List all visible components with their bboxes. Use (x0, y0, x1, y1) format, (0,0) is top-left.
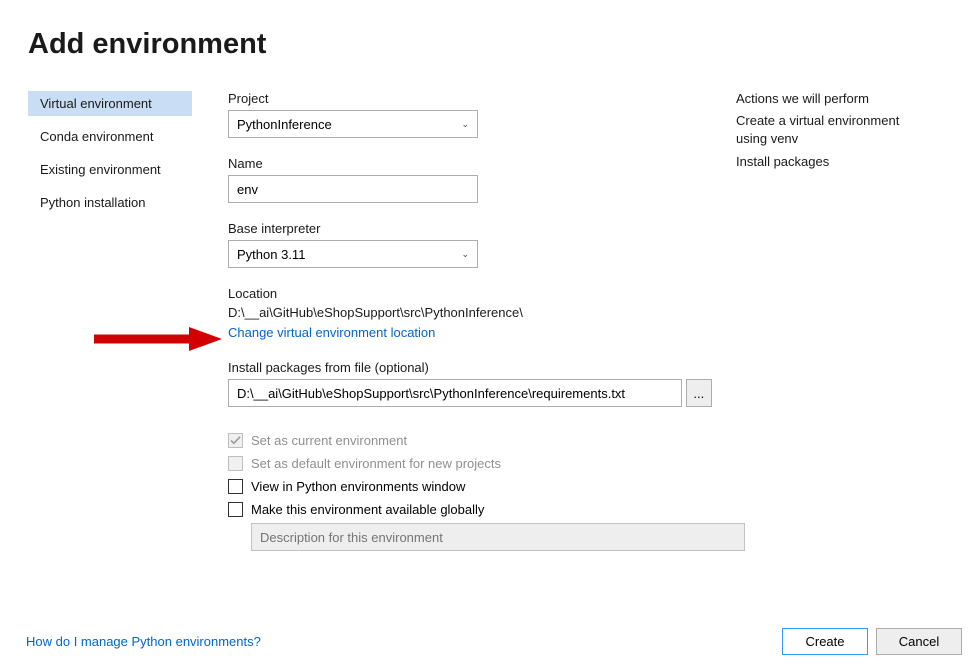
actions-panel: Actions we will perform Create a virtual… (712, 91, 912, 551)
sidebar-item-python-installation[interactable]: Python installation (28, 190, 192, 215)
create-button[interactable]: Create (782, 628, 868, 655)
set-current-row: Set as current environment (228, 433, 712, 448)
install-packages-input[interactable] (228, 379, 682, 407)
base-interpreter-value: Python 3.11 (237, 247, 305, 262)
available-globally-row[interactable]: Make this environment available globally (228, 502, 712, 517)
actions-heading: Actions we will perform (736, 91, 912, 106)
browse-button[interactable]: ... (686, 379, 712, 407)
sidebar-item-existing-environment[interactable]: Existing environment (28, 157, 192, 182)
sidebar-item-virtual-environment[interactable]: Virtual environment (28, 91, 192, 116)
actions-line-1: Create a virtual environment using venv (736, 112, 912, 147)
change-location-link[interactable]: Change virtual environment location (228, 325, 435, 340)
chevron-down-icon: ⌄ (461, 119, 469, 130)
cancel-button[interactable]: Cancel (876, 628, 962, 655)
set-current-label: Set as current environment (251, 433, 407, 448)
base-interpreter-label: Base interpreter (228, 221, 712, 236)
set-default-label: Set as default environment for new proje… (251, 456, 501, 471)
view-in-env-checkbox[interactable] (228, 479, 243, 494)
set-default-checkbox (228, 456, 243, 471)
sidebar: Virtual environment Conda environment Ex… (28, 91, 192, 551)
location-value: D:\__ai\GitHub\eShopSupport\src\PythonIn… (228, 305, 712, 320)
name-label: Name (228, 156, 712, 171)
project-select-value: PythonInference (237, 117, 332, 132)
view-in-env-label: View in Python environments window (251, 479, 465, 494)
install-packages-label: Install packages from file (optional) (228, 360, 712, 375)
set-current-checkbox (228, 433, 243, 448)
actions-line-2: Install packages (736, 153, 912, 171)
check-icon (230, 435, 241, 446)
project-label: Project (228, 91, 712, 106)
location-label: Location (228, 286, 712, 301)
name-input[interactable] (228, 175, 478, 203)
available-globally-checkbox[interactable] (228, 502, 243, 517)
chevron-down-icon: ⌄ (461, 249, 469, 260)
description-input (251, 523, 745, 551)
sidebar-item-conda-environment[interactable]: Conda environment (28, 124, 192, 149)
available-globally-label: Make this environment available globally (251, 502, 484, 517)
set-default-row: Set as default environment for new proje… (228, 456, 712, 471)
base-interpreter-select[interactable]: Python 3.11 ⌄ (228, 240, 478, 268)
help-link[interactable]: How do I manage Python environments? (26, 634, 261, 649)
project-select[interactable]: PythonInference ⌄ (228, 110, 478, 138)
view-in-env-row[interactable]: View in Python environments window (228, 479, 712, 494)
dialog-title: Add environment (0, 0, 978, 61)
